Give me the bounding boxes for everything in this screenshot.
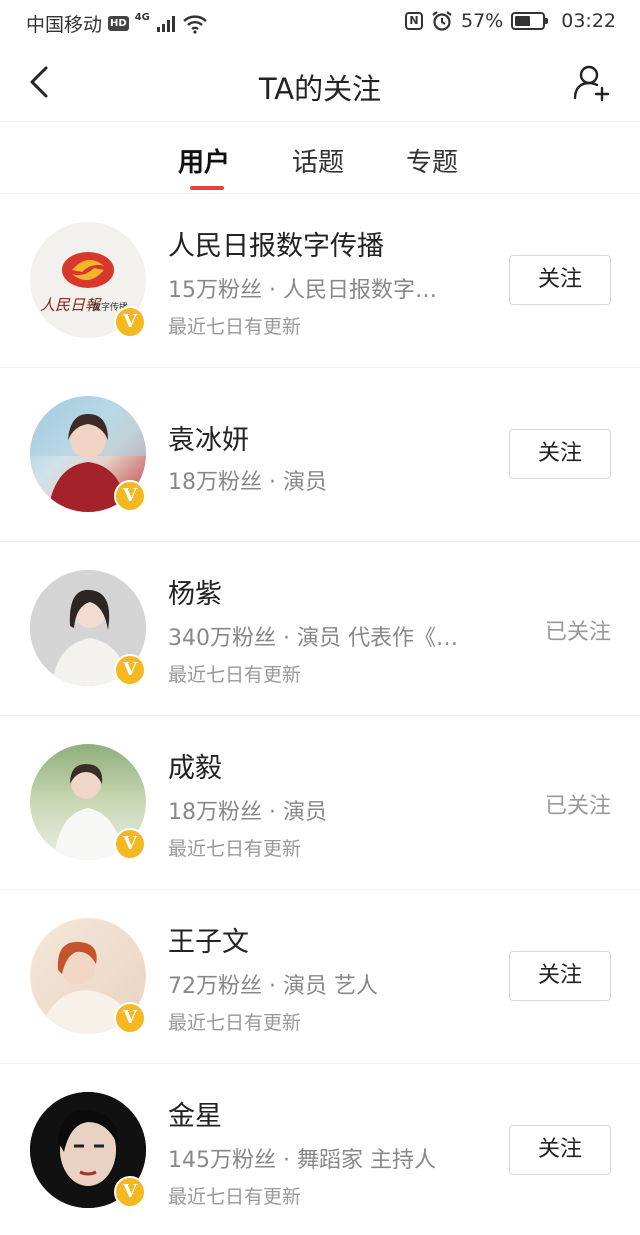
battery-icon [511,12,549,30]
active-tab-indicator [190,186,224,190]
user-desc: 72万粉丝 · 演员 艺人 [168,974,378,999]
tab-specials[interactable]: 专题 [406,142,458,179]
update-note: 最近七日有更新 [168,1186,302,1208]
user-desc: 18万粉丝 · 演员 [168,470,327,495]
follow-button[interactable]: 关注 [509,951,611,1001]
list-item[interactable]: V 袁冰妍 18万粉丝 · 演员 关注 [0,368,640,542]
hd-icon: HD [108,16,129,31]
update-note: 最近七日有更新 [168,838,302,860]
followed-status[interactable]: 已关注 [545,614,611,646]
user-name[interactable]: 袁冰妍 [168,418,249,457]
page-title: TA的关注 [258,72,382,106]
network-type: 4G [134,12,150,23]
follow-button[interactable]: 关注 [509,1125,611,1175]
user-name[interactable]: 金星 [168,1094,222,1133]
verified-badge-icon: V [114,480,146,512]
carrier-name: 中国移动 [26,14,103,36]
nav-bar: TA的关注 [0,44,640,122]
verified-badge-icon: V [114,1176,146,1208]
user-desc: 18万粉丝 · 演员 [168,800,327,825]
followed-status[interactable]: 已关注 [545,788,611,820]
list-item[interactable]: V 金星 145万粉丝 · 舞蹈家 主持人 最近七日有更新 关注 [0,1064,640,1235]
update-note: 最近七日有更新 [168,664,302,686]
list-item[interactable]: V 王子文 72万粉丝 · 演员 艺人 最近七日有更新 关注 [0,890,640,1064]
user-desc: 340万粉丝 · 演员 代表作《… [168,626,458,651]
user-desc: 145万粉丝 · 舞蹈家 主持人 [168,1148,436,1173]
battery-fill [515,16,531,26]
list-item[interactable]: V 成毅 18万粉丝 · 演员 最近七日有更新 已关注 [0,716,640,890]
user-name[interactable]: 王子文 [168,920,249,959]
user-name[interactable]: 杨紫 [168,572,222,611]
battery-percent: 57% [461,10,504,32]
update-note: 最近七日有更新 [168,316,302,338]
verified-badge-icon: V [114,654,146,686]
list-item[interactable]: V 杨紫 340万粉丝 · 演员 代表作《… 最近七日有更新 已关注 [0,542,640,716]
verified-badge-icon: V [114,1002,146,1034]
follow-button[interactable]: 关注 [509,255,611,305]
alarm-icon [432,11,452,31]
add-user-icon[interactable] [572,60,612,104]
wifi-icon [183,14,207,34]
list-item[interactable]: 人民日報 数字传播 V 人民日报数字传播 15万粉丝 · 人民日报数字… 最近七… [0,194,640,368]
clock: 03:22 [561,10,616,32]
signal-icon [156,15,175,32]
nfc-icon: N [405,12,423,30]
update-note: 最近七日有更新 [168,1012,302,1034]
tab-users[interactable]: 用户 [178,142,230,179]
user-name[interactable]: 人民日报数字传播 [168,224,384,263]
status-bar: 中国移动 HD 4G N 57% 03:22 [0,0,640,44]
following-list: 人民日報 数字传播 V 人民日报数字传播 15万粉丝 · 人民日报数字… 最近七… [0,194,640,1235]
tab-bar: 用户 话题 专题 [0,122,640,194]
user-desc: 15万粉丝 · 人民日报数字… [168,278,437,303]
user-name[interactable]: 成毅 [168,746,222,785]
verified-badge-icon: V [114,306,146,338]
tab-topics[interactable]: 话题 [292,142,344,179]
follow-button[interactable]: 关注 [509,429,611,479]
verified-badge-icon: V [114,828,146,860]
